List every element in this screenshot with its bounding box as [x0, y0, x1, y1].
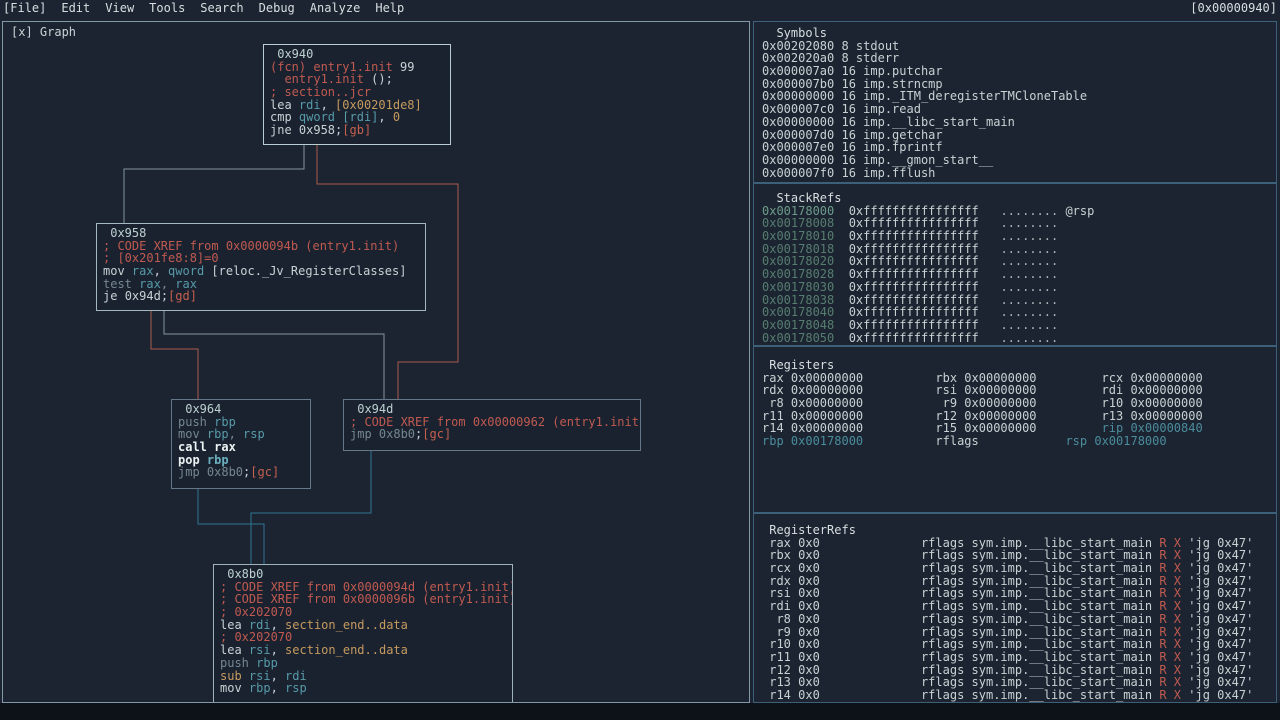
menu-item-tools[interactable]: Tools [149, 1, 185, 15]
text-segment: rflags [863, 434, 1066, 449]
text-segment: 0x00178050 [762, 330, 835, 345]
text-line: 0x000007f0 16 imp.fflush [762, 165, 1276, 180]
stackrefs-list: 0x00178000 0xffffffffffffffff ........ @… [762, 203, 1276, 345]
menu-item-file[interactable]: [File] [3, 1, 46, 15]
text-segment: r14 0x0 [762, 687, 820, 702]
text-segment: rbp 0x00178000 [762, 434, 864, 449]
text-segment: 0x958 [298, 123, 336, 138]
registers-panel[interactable]: Registers rax 0x00000000 rbx 0x00000000 … [753, 346, 1277, 513]
text-segment: jmp [178, 465, 207, 480]
symbols-list: 0x00202080 8 stdout 0x002020a0 8 stderr 0x… [762, 39, 1276, 180]
text-line: r14 0x0 rflags sym.imp.__libc_start_main… [762, 689, 1276, 702]
text-segment: ; [160, 289, 169, 304]
menu-items: [File] Edit View Tools Search Debug Analyze Hel… [0, 1, 419, 15]
text-segment: rsp [285, 681, 307, 696]
text-segment: section_end..data [285, 643, 408, 658]
text-segment: je [103, 289, 125, 304]
text-segment: rbp [248, 681, 271, 696]
text-segment: [gb] [342, 123, 372, 138]
text-segment: [gc] [422, 427, 452, 442]
text-segment: jmp [350, 427, 379, 442]
text-line: jmp 0x8b0;[gc] [350, 428, 640, 441]
menu-item-search[interactable]: Search [200, 1, 243, 15]
text-segment: jne [270, 123, 299, 138]
graph-edge [197, 489, 265, 564]
menu-item-help[interactable]: Help [375, 1, 404, 15]
text-segment: [reloc._Jv_RegisterClasses] [211, 264, 407, 279]
text-segment: 0x000007f0 16 imp.fflush [762, 165, 936, 180]
graph-panel-title[interactable]: [x] Graph [11, 26, 76, 39]
symbols-panel[interactable]: Symbols 0x00202080 8 stdout 0x002020a0 8 … [753, 21, 1277, 183]
graph-node-0x940[interactable]: 0x940 (fcn) entry1.init 99 entry1.init ()… [263, 44, 451, 145]
graph-panel[interactable]: [x] Graph 0x940 (fcn) entry1.init 99 entr… [2, 21, 750, 703]
text-segment: rsp 0x00178000 [1065, 434, 1167, 449]
text-segment: , [378, 110, 393, 125]
menu-item-view[interactable]: View [105, 1, 134, 15]
menu-bar: [File] Edit View Tools Search Debug Analyze Hel… [0, 0, 1280, 15]
text-segment: mov [220, 681, 249, 696]
text-segment: ........ [1000, 330, 1059, 345]
menu-item-analyze[interactable]: Analyze [310, 1, 361, 15]
text-segment [979, 331, 1001, 345]
graph-edge [163, 311, 385, 399]
graph-node-0x958[interactable]: 0x958; CODE XREF from 0x0000094b (entry1… [96, 223, 426, 311]
text-segment: @rsp [1058, 203, 1095, 218]
text-segment: rsp [243, 427, 265, 442]
text-segment: 0x8b0 [206, 465, 244, 480]
text-line: jmp 0x8b0;[gc] [178, 466, 310, 479]
text-segment: R X [1159, 687, 1182, 702]
registerrefs-panel[interactable]: RegisterRefs rax 0x0 rflags sym.imp.__li… [753, 513, 1277, 703]
text-line: jne 0x958;[gb] [270, 124, 450, 137]
graph-node-0x8b0[interactable]: 0x8b0; CODE XREF from 0x0000094d (entry1… [213, 564, 513, 702]
graph-edge [123, 145, 305, 223]
text-segment: 0xffffffffffffffff [848, 330, 979, 345]
text-segment: , [270, 681, 286, 696]
text-line: je 0x94d;[gd] [103, 290, 425, 303]
menu-item-debug[interactable]: Debug [259, 1, 295, 15]
graph-edge [150, 311, 199, 399]
text-segment: [gd] [168, 289, 197, 304]
text-segment: 0x8b0 [378, 427, 416, 442]
text-segment: rflags sym.imp.__libc_start_main [819, 687, 1160, 702]
text-line: rbp 0x00178000 rflags rsp 0x00178000 [762, 435, 1276, 448]
text-segment: [gc] [250, 465, 280, 480]
text-segment: 0x94d [124, 289, 161, 304]
text-segment [834, 331, 848, 345]
graph-node-0x964[interactable]: 0x964 push rbp mov rbp, rsp call rax pop rbp… [171, 399, 311, 489]
menu-item-edit[interactable]: Edit [61, 1, 90, 15]
registerrefs-list: rax 0x0 rflags sym.imp.__libc_start_main… [762, 536, 1276, 702]
text-segment: 99 [392, 59, 415, 74]
seek-address: [0x00000940] [1190, 1, 1277, 15]
graph-node-0x94d[interactable]: 0x94d; CODE XREF from 0x00000962 (entry1… [343, 399, 641, 451]
text-segment: 'jg 0x47' [1181, 687, 1254, 702]
registers-grid: rax 0x00000000 rbx 0x00000000 rcx 0x0000… [762, 371, 1276, 448]
text-segment: section_end..data [285, 617, 408, 632]
text-line: mov rbp, rsp [220, 682, 512, 695]
stackrefs-panel[interactable]: StackRefs 0x00178000 0xffffffffffffffff … [753, 183, 1277, 346]
text-segment: 0 [392, 110, 401, 125]
text-line: 0x00178050 0xffffffffffffffff ........ [762, 330, 1276, 345]
